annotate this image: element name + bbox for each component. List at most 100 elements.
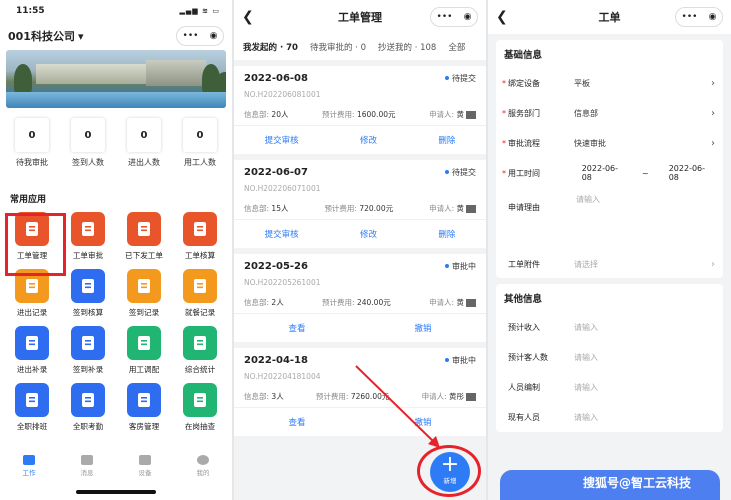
field-label: 预计收入	[508, 322, 540, 332]
staff-row: 人员编制 请输入	[496, 372, 723, 402]
stat-label: 待我审批	[16, 158, 48, 167]
applicant-label: 申请人:	[429, 204, 455, 213]
required-mark: *	[502, 138, 506, 148]
tab-cc-me[interactable]: 抄送我的 · 108	[378, 41, 436, 53]
device-icon	[139, 455, 151, 465]
reason-input[interactable]: 请输入	[574, 194, 715, 205]
order-card[interactable]: 2022-05-26 审批中 NO.H202205261001 信息部: 2人 预计费用…	[234, 254, 486, 342]
start-date-field[interactable]: 2022-06-08	[582, 164, 628, 182]
order-card[interactable]: 2022-06-07 待提交 NO.H202206071001 信息部: 15人 预计费…	[234, 160, 486, 248]
applicant-label: 申请人:	[429, 298, 455, 307]
app-item[interactable]: 全职考勤	[60, 383, 116, 432]
checkin-supplement-icon	[71, 326, 105, 360]
time-row: * 用工时间 2022-06-08 ~ 2022-06-08	[496, 158, 723, 188]
close-target-icon[interactable]: ◉	[210, 31, 218, 41]
field-label: 服务部门	[508, 108, 540, 118]
app-item[interactable]: 进出补录	[4, 326, 60, 375]
app-label: 签到记录	[128, 308, 160, 317]
field-label: 人员编制	[508, 382, 540, 392]
tab-work[interactable]: 工作	[23, 455, 36, 477]
tab-profile[interactable]: 我的	[197, 455, 210, 477]
card-action-button[interactable]: 修改	[360, 228, 377, 240]
current-staff-input[interactable]: 请输入	[574, 412, 715, 423]
checkin-record-icon	[127, 269, 161, 303]
applicant-name: 黄	[456, 298, 464, 307]
tab-devices[interactable]: 设备	[139, 455, 152, 477]
app-item[interactable]: 客房管理	[116, 383, 172, 432]
app-item[interactable]: 签到记录	[116, 269, 172, 318]
app-item[interactable]: 已下发工单	[116, 212, 172, 261]
dept-row[interactable]: * 服务部门 信息部 ›	[496, 98, 723, 128]
card-action-button[interactable]: 查看	[288, 322, 305, 334]
applicant-name: 黄彤	[449, 392, 464, 401]
message-icon	[81, 455, 93, 465]
app-item[interactable]: 综合统计	[172, 326, 228, 375]
app-item[interactable]: 全职排班	[4, 383, 60, 432]
card-action-button[interactable]: 查看	[288, 416, 305, 428]
tab-messages[interactable]: 消息	[81, 455, 94, 477]
more-icon[interactable]: •••	[183, 31, 199, 41]
app-label: 工单审批	[72, 251, 104, 260]
app-label: 客房管理	[128, 422, 160, 431]
cost-label: 预计费用:	[322, 110, 355, 119]
current-staff-row: 现有人员 请输入	[496, 402, 723, 432]
card-action-button[interactable]: 提交审核	[265, 134, 299, 146]
card-action-button[interactable]: 修改	[360, 134, 377, 146]
order-card[interactable]: 2022-06-08 待提交 NO.H202206081001 信息部: 20人 预计费…	[234, 66, 486, 154]
app-item[interactable]: 签到核算	[60, 269, 116, 318]
company-selector[interactable]: 001科技公司 ▾	[8, 28, 84, 44]
stat-value: 0	[183, 118, 217, 152]
staff-input[interactable]: 请输入	[574, 382, 715, 393]
miniprogram-capsule[interactable]: ••• ◉	[675, 7, 723, 27]
close-target-icon[interactable]: ◉	[709, 12, 717, 22]
flow-row[interactable]: * 审批流程 快速审批 ›	[496, 128, 723, 158]
spot-check-icon	[183, 383, 217, 417]
more-icon[interactable]: •••	[682, 12, 698, 22]
tab-my-initiated[interactable]: 我发起的 · 70	[243, 41, 298, 53]
app-label: 综合统计	[184, 365, 216, 374]
more-icon[interactable]: •••	[437, 12, 453, 22]
stat-worker-count[interactable]: 0 用工人数	[175, 118, 225, 168]
stat-pending-approval[interactable]: 0 待我审批	[7, 118, 57, 168]
stat-access-count[interactable]: 0 进出人数	[119, 118, 169, 168]
tab-label: 我的	[196, 469, 210, 477]
tab-pending-approval[interactable]: 待我审批的 · 0	[310, 41, 366, 53]
card-date: 2022-06-07	[244, 166, 308, 178]
app-item[interactable]: 签到补录	[60, 326, 116, 375]
stat-checkin-count[interactable]: 0 签到人数	[63, 118, 113, 168]
people-count: 2人	[271, 298, 284, 307]
app-label: 进出补录	[16, 365, 48, 374]
back-icon[interactable]: ❮	[496, 9, 508, 25]
attachment-row[interactable]: 工单附件 请选择 ›	[496, 250, 723, 278]
app-item[interactable]: 进出记录	[4, 269, 60, 318]
income-input[interactable]: 请输入	[574, 322, 715, 333]
watermark-text: 搜狐号@智工云科技	[583, 476, 692, 490]
close-target-icon[interactable]: ◉	[464, 12, 472, 22]
card-action-button[interactable]: 删除	[438, 228, 455, 240]
app-item[interactable]: 工单核算	[172, 212, 228, 261]
card-action-button[interactable]: 删除	[438, 134, 455, 146]
card-action-button[interactable]: 提交审核	[265, 228, 299, 240]
guests-input[interactable]: 请输入	[574, 352, 715, 363]
device-row[interactable]: * 绑定设备 平板 ›	[496, 68, 723, 98]
status-text: 待提交	[452, 73, 476, 83]
approval-icon	[71, 212, 105, 246]
miniprogram-capsule[interactable]: ••• ◉	[430, 7, 478, 27]
checkin-calc-icon	[71, 269, 105, 303]
back-icon[interactable]: ❮	[242, 9, 254, 25]
stats-row: 0 待我审批 0 签到人数 0 进出人数 0 用工人数	[0, 108, 232, 168]
app-item[interactable]: 在岗抽查	[172, 383, 228, 432]
miniprogram-capsule[interactable]: ••• ◉	[176, 26, 224, 46]
required-mark: *	[502, 108, 506, 118]
app-label: 工单核算	[184, 251, 216, 260]
grid-icon	[23, 455, 35, 465]
app-item[interactable]: 工单审批	[60, 212, 116, 261]
card-action-button[interactable]: 撤销	[414, 322, 431, 334]
tab-all[interactable]: 全部	[448, 41, 465, 53]
app-label: 全职考勤	[72, 422, 104, 431]
app-item[interactable]: 用工调配	[116, 326, 172, 375]
app-label: 进出记录	[16, 308, 48, 317]
card-actions: 查看 撤销	[234, 314, 486, 342]
end-date-field[interactable]: 2022-06-08	[669, 164, 715, 182]
app-item[interactable]: 就餐记录	[172, 269, 228, 318]
